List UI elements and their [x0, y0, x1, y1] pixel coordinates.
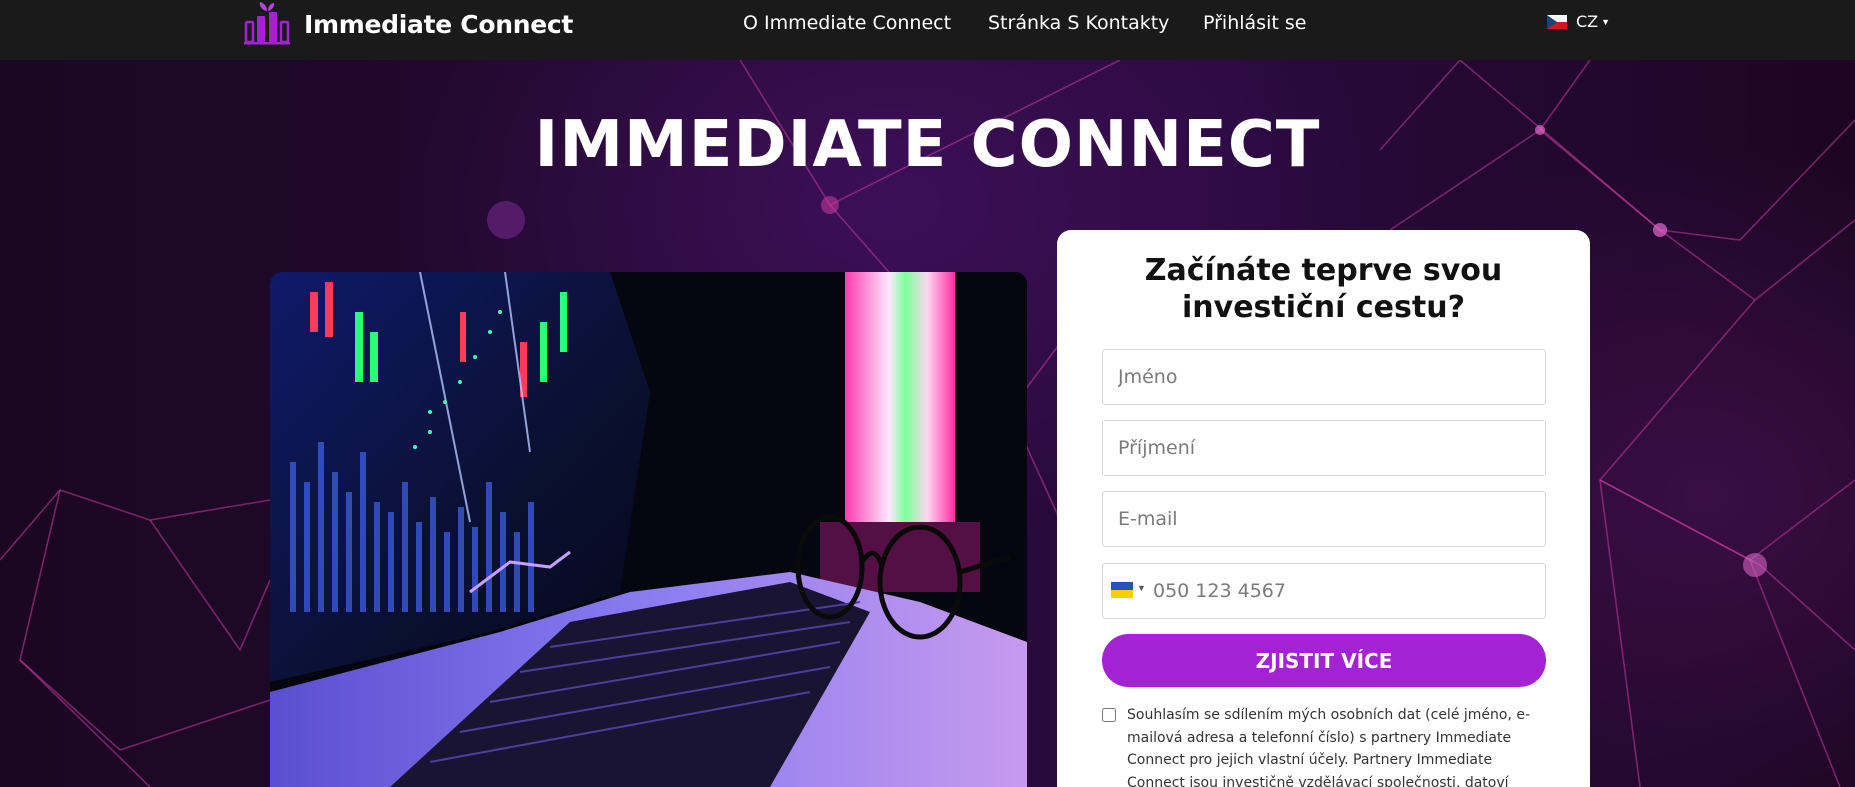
- nav-item-about[interactable]: O Immediate Connect: [743, 0, 951, 46]
- ukraine-flag-icon[interactable]: [1111, 582, 1133, 598]
- language-selector[interactable]: CZ ▼: [1547, 12, 1610, 31]
- language-code: CZ: [1576, 12, 1599, 31]
- signup-form-card: Začínáte teprve svou investiční cestu? ▼…: [1057, 230, 1590, 787]
- nav-link-contacts[interactable]: Stránka S Kontakty: [988, 12, 1169, 34]
- form-title-line1: Začínáte teprve svou: [1144, 253, 1503, 288]
- top-navigation-bar: Immediate Connect O Immediate Connect St…: [0, 0, 1855, 60]
- consent-checkbox[interactable]: [1102, 708, 1116, 722]
- chart-bars-leaf-icon: [244, 2, 290, 45]
- czech-flag-icon: [1547, 14, 1567, 29]
- country-chevron-down-icon[interactable]: ▼: [1137, 583, 1146, 593]
- phone-field: ▼: [1102, 563, 1546, 619]
- nav-item-contacts[interactable]: Stránka S Kontakty: [988, 0, 1169, 46]
- submit-button[interactable]: ZJISTIT VÍCE: [1102, 634, 1546, 687]
- nav-link-about[interactable]: O Immediate Connect: [743, 12, 951, 34]
- brand[interactable]: Immediate Connect: [244, 0, 573, 48]
- brand-name: Immediate Connect: [304, 9, 574, 39]
- consent-text: Souhlasím se sdílením mých osobních dat …: [1127, 707, 1531, 787]
- last-name-input[interactable]: [1102, 420, 1546, 476]
- nav-link-login[interactable]: Přihlásit se: [1203, 12, 1306, 34]
- nav-item-login[interactable]: Přihlásit se: [1203, 0, 1306, 46]
- form-title-line2: investiční cestu?: [1182, 290, 1465, 325]
- hero-title: IMMEDIATE CONNECT: [534, 108, 1321, 182]
- first-name-input[interactable]: [1102, 349, 1546, 405]
- laptop-trading-photo: [270, 272, 1027, 787]
- chevron-down-icon: ▼: [1601, 16, 1611, 27]
- form-title: Začínáte teprve svou investiční cestu?: [1057, 252, 1590, 326]
- phone-input[interactable]: [1153, 564, 1543, 618]
- email-input[interactable]: [1102, 491, 1546, 547]
